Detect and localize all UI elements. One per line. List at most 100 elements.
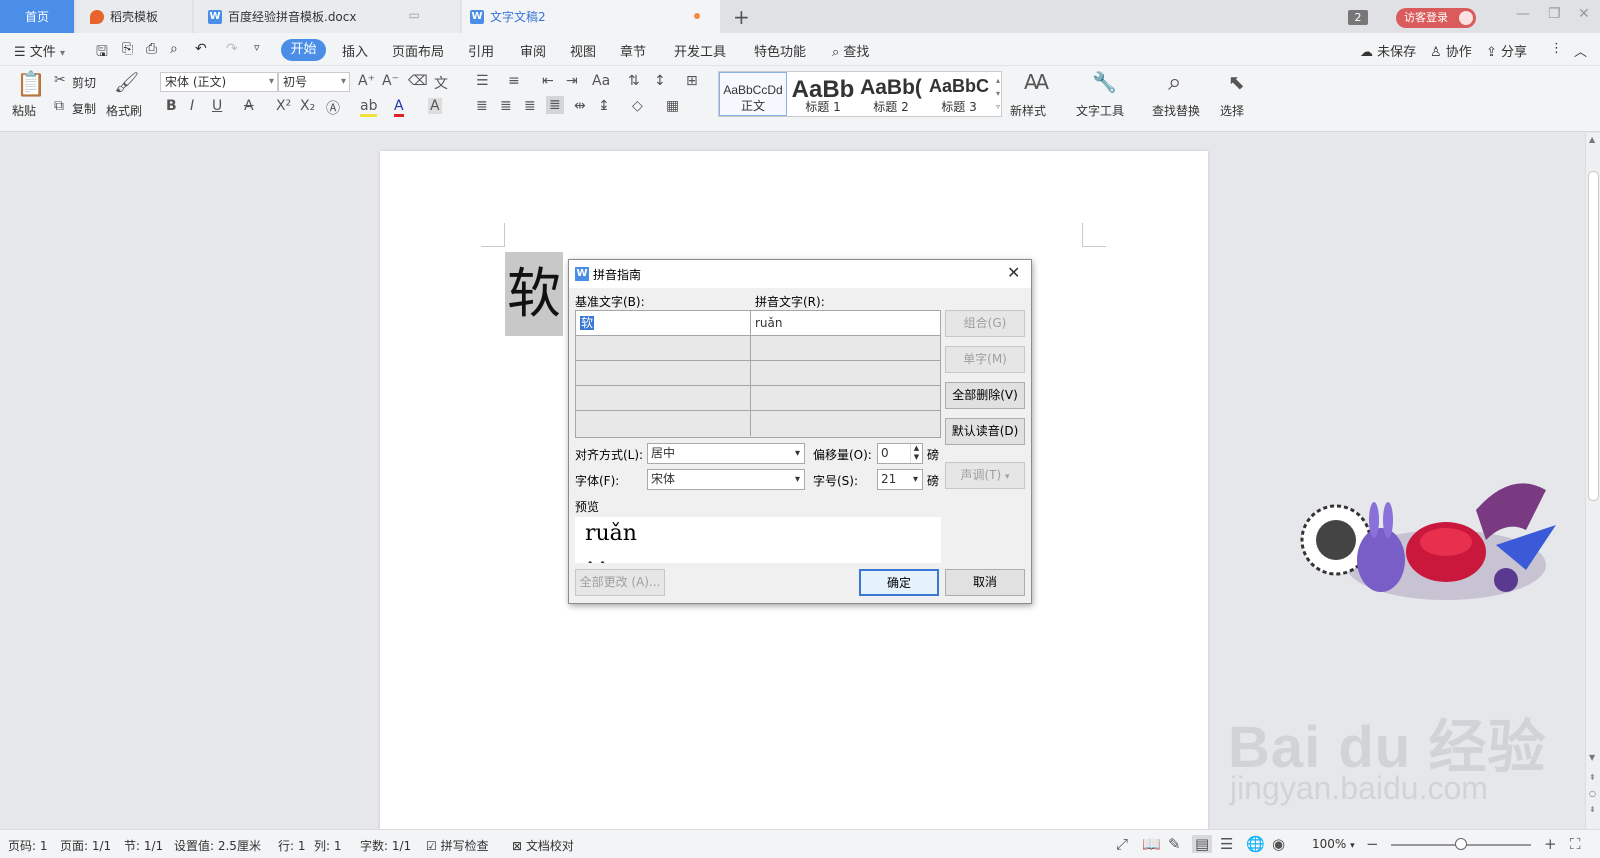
- ruby-text-cell[interactable]: [751, 361, 940, 386]
- guest-login-button[interactable]: 访客登录: [1396, 8, 1476, 28]
- copy-button[interactable]: 复制: [72, 100, 96, 117]
- subscript-icon[interactable]: X₂: [300, 98, 315, 114]
- combine-button[interactable]: 组合(G): [945, 310, 1025, 337]
- font-select[interactable]: 宋体: [647, 469, 805, 490]
- text-tools-button[interactable]: 文字工具: [1076, 102, 1124, 119]
- new-tab-plus-icon[interactable]: +: [733, 5, 750, 29]
- align-left-icon[interactable]: ≣: [476, 98, 488, 114]
- default-reading-button[interactable]: 默认读音(D): [945, 418, 1025, 445]
- style-normal[interactable]: AaBbCcDd 正文: [719, 72, 787, 116]
- clear-format-icon[interactable]: ⌫: [408, 73, 428, 89]
- menu-tab-developer[interactable]: 开发工具: [674, 41, 726, 60]
- style-heading-1[interactable]: AaBb 标题 1: [789, 72, 857, 116]
- unsaved-status[interactable]: ☁ 未保存: [1360, 41, 1416, 60]
- redo-icon[interactable]: ↷: [226, 41, 238, 57]
- print-preview-icon[interactable]: ⌕: [170, 41, 178, 57]
- table-border-icon[interactable]: ⊞: [686, 73, 698, 89]
- change-case-icon[interactable]: Aa: [592, 73, 610, 89]
- text-effect-icon[interactable]: Ⓐ: [326, 98, 340, 118]
- base-text-cell[interactable]: [576, 361, 751, 386]
- borders-icon[interactable]: ▦: [666, 98, 679, 114]
- change-all-button[interactable]: 全部更改 (A)...: [575, 569, 665, 596]
- find-replace-button[interactable]: 查找替换: [1152, 102, 1200, 119]
- strikethrough-icon[interactable]: A: [244, 98, 254, 114]
- menu-tab-review[interactable]: 审阅: [520, 41, 546, 60]
- undo-icon[interactable]: ↶: [195, 41, 207, 57]
- format-painter-button[interactable]: 格式刷: [106, 102, 142, 119]
- single-char-button[interactable]: 单字(M): [945, 346, 1025, 373]
- zoom-level[interactable]: 100% ▾: [1312, 837, 1355, 851]
- menu-search[interactable]: ⌕ 查找: [832, 41, 869, 60]
- restore-icon[interactable]: ❐: [1548, 6, 1561, 22]
- scrollbar-thumb[interactable]: [1588, 171, 1599, 501]
- tab-home[interactable]: 首页: [0, 0, 74, 33]
- status-setting[interactable]: 设置值: 2.5厘米: [174, 837, 261, 854]
- clear-all-button[interactable]: 全部删除(V): [945, 382, 1025, 409]
- font-size-select[interactable]: 初号: [278, 72, 350, 92]
- bullet-list-icon[interactable]: ☰: [476, 73, 489, 89]
- select-button[interactable]: 选择: [1220, 102, 1244, 119]
- status-pages[interactable]: 页面: 1/1: [60, 837, 111, 854]
- new-style-icon[interactable]: Ꜳ: [1024, 70, 1049, 94]
- print-icon[interactable]: ⎙: [146, 41, 157, 57]
- tab-docer-templates[interactable]: 稻壳模板: [76, 0, 192, 33]
- magnifier-icon[interactable]: ⌕: [1168, 68, 1181, 96]
- monitor-icon[interactable]: ▭: [409, 8, 420, 22]
- base-text-cell[interactable]: [576, 336, 751, 361]
- tab-baidu-doc[interactable]: W 百度经验拼音模板.docx ▭: [194, 0, 460, 33]
- spin-arrows-icon[interactable]: ▲ ▼: [910, 444, 922, 463]
- offset-input[interactable]: 0 ▲ ▼: [877, 443, 923, 464]
- distribute-icon[interactable]: ⇹: [574, 98, 586, 114]
- menu-tab-insert[interactable]: 插入: [342, 41, 368, 60]
- scissors-icon[interactable]: ✂: [54, 72, 66, 88]
- dialog-close-icon[interactable]: ✕: [1007, 263, 1020, 282]
- file-menu[interactable]: ☰ 文件 ▾: [14, 41, 65, 60]
- cancel-button[interactable]: 取消: [945, 569, 1025, 596]
- export-pdf-icon[interactable]: ⎘: [122, 41, 133, 57]
- paragraph-spacing-icon[interactable]: ↨: [598, 98, 610, 114]
- decrease-indent-icon[interactable]: ⇤: [542, 73, 554, 89]
- style-heading-2[interactable]: AaBb( 标题 2: [857, 72, 925, 116]
- format-painter-icon[interactable]: 🖌: [114, 70, 139, 94]
- highlight-icon[interactable]: ab: [360, 98, 378, 117]
- tab-count-badge[interactable]: 2: [1348, 10, 1368, 25]
- eye-protection-icon[interactable]: ◉: [1272, 835, 1285, 853]
- vertical-scrollbar[interactable]: ▲ ▼ ⇞ ○ ⇟: [1585, 133, 1600, 829]
- ok-button[interactable]: 确定: [859, 569, 939, 596]
- numbered-list-icon[interactable]: ≡: [508, 73, 520, 89]
- increase-indent-icon[interactable]: ⇥: [566, 73, 578, 89]
- fullscreen-icon[interactable]: ⤢: [1116, 835, 1128, 853]
- ruby-text-cell[interactable]: [751, 336, 940, 361]
- paste-icon[interactable]: 📋: [16, 70, 46, 98]
- menu-tab-chapter[interactable]: 章节: [620, 41, 646, 60]
- sort-icon[interactable]: ⇅: [628, 73, 640, 89]
- new-style-button[interactable]: 新样式: [1010, 102, 1046, 119]
- italic-icon[interactable]: I: [190, 98, 194, 114]
- status-page[interactable]: 页码: 1: [8, 837, 48, 854]
- quick-access-dropdown-icon[interactable]: ▿: [254, 41, 260, 54]
- align-right-icon[interactable]: ≣: [524, 98, 536, 114]
- justify-icon[interactable]: ≣: [546, 96, 564, 114]
- paste-button[interactable]: 粘贴: [12, 102, 36, 119]
- grow-font-icon[interactable]: A⁺: [358, 73, 375, 89]
- menu-tab-page-layout[interactable]: 页面布局: [392, 41, 444, 60]
- menu-tab-features[interactable]: 特色功能: [754, 41, 806, 60]
- save-icon[interactable]: 🖫: [96, 41, 108, 65]
- zoom-out-icon[interactable]: −: [1366, 835, 1379, 853]
- page-view-icon[interactable]: ▤: [1192, 835, 1213, 853]
- doc-proof-button[interactable]: ⊠ 文档校对: [512, 837, 574, 854]
- next-page-icon[interactable]: ⇟: [1589, 805, 1596, 814]
- cursor-icon[interactable]: ⬉: [1228, 70, 1245, 94]
- gallery-scroll-icon[interactable]: ▴ ▾ ▿: [996, 74, 1000, 113]
- close-window-icon[interactable]: ✕: [1578, 6, 1590, 22]
- status-row[interactable]: 行: 1: [278, 837, 306, 854]
- collapse-ribbon-icon[interactable]: ︿: [1574, 41, 1587, 60]
- collaborate-button[interactable]: ♙ 协作: [1430, 41, 1472, 60]
- menu-tab-references[interactable]: 引用: [468, 41, 494, 60]
- align-center-icon[interactable]: ≣: [500, 98, 512, 114]
- reading-mode-icon[interactable]: 📖: [1142, 835, 1161, 853]
- prev-page-icon[interactable]: ⇞: [1589, 773, 1596, 782]
- zoom-in-icon[interactable]: +: [1544, 835, 1557, 853]
- ruby-text-cell[interactable]: [751, 386, 940, 411]
- copy-icon[interactable]: ⧉: [54, 98, 64, 114]
